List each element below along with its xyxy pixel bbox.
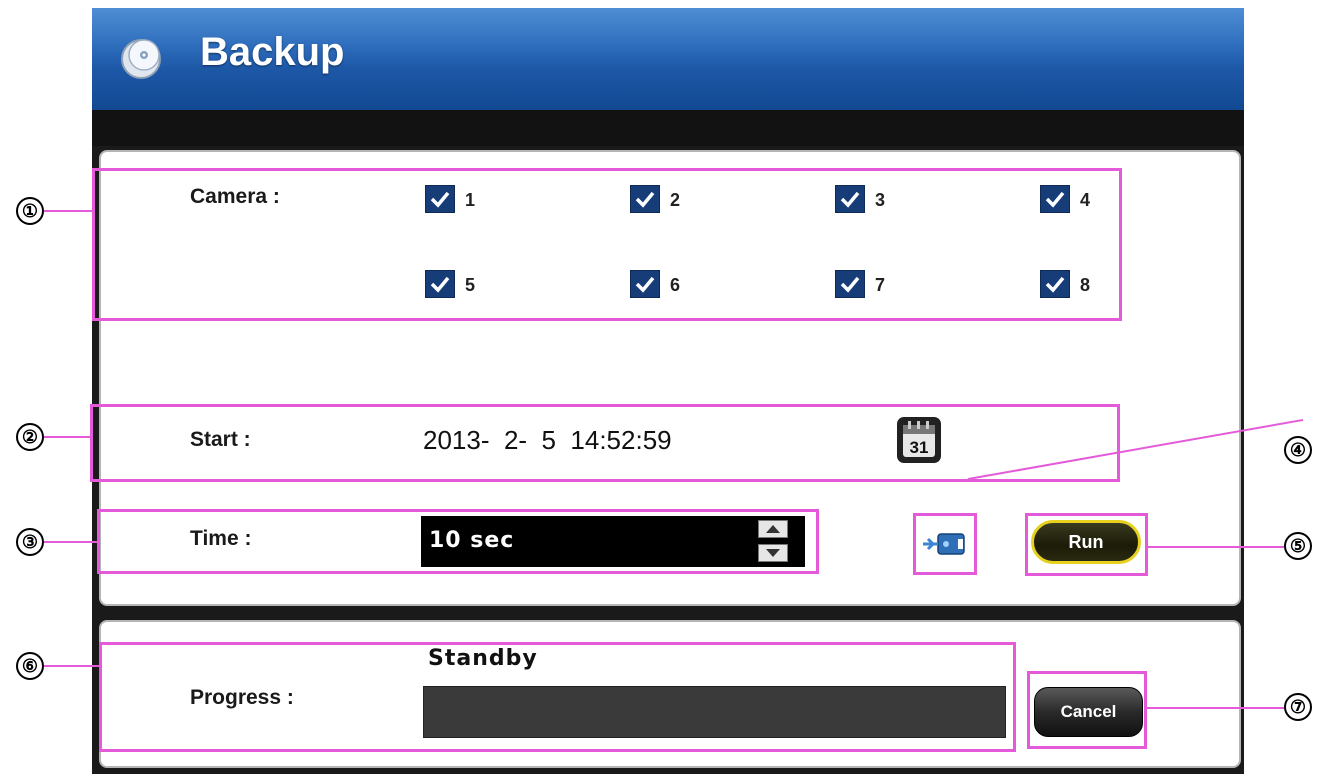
check-icon xyxy=(835,185,865,213)
camera-number: 3 xyxy=(875,190,886,210)
check-icon xyxy=(425,270,455,298)
title-bar: Backup xyxy=(92,8,1244,110)
cancel-button[interactable]: Cancel xyxy=(1034,687,1143,737)
callout-2: ② xyxy=(16,423,44,451)
camera-number: 7 xyxy=(875,275,886,295)
time-increase-button[interactable] xyxy=(758,520,788,538)
check-icon xyxy=(425,185,455,213)
callout-7: ⑦ xyxy=(1284,693,1312,721)
start-datetime[interactable]: 2013- 2- 5 14:52:59 xyxy=(423,425,672,456)
header-strip xyxy=(92,110,1244,146)
calendar-icon[interactable]: 31 xyxy=(896,416,942,464)
usb-device-icon[interactable] xyxy=(920,528,968,560)
time-duration-field[interactable]: 10 sec xyxy=(421,516,805,567)
arrow-down-icon xyxy=(766,549,780,557)
callout-2-line xyxy=(44,436,92,438)
arrow-up-icon xyxy=(766,525,780,533)
callout-5: ⑤ xyxy=(1284,532,1312,560)
callout-6: ⑥ xyxy=(16,652,44,680)
run-button[interactable]: Run xyxy=(1031,520,1141,564)
callout-3-line xyxy=(44,541,99,543)
time-value: 10 sec xyxy=(429,528,515,553)
check-icon xyxy=(630,185,660,213)
callout-5-line xyxy=(1148,546,1284,548)
camera-number: 6 xyxy=(670,275,681,295)
camera-label: Camera : xyxy=(190,185,280,208)
callout-3: ③ xyxy=(16,528,44,556)
callout-1-line xyxy=(44,210,94,212)
callout-6-line xyxy=(44,665,101,667)
calendar-day: 31 xyxy=(910,438,929,457)
camera-number: 2 xyxy=(670,190,681,210)
time-label: Time : xyxy=(190,527,252,550)
callout-1: ① xyxy=(16,197,44,225)
check-icon xyxy=(835,270,865,298)
progress-status: Standby xyxy=(428,646,538,671)
camera-number: 8 xyxy=(1080,275,1091,295)
window-title: Backup xyxy=(200,30,345,74)
camera-number: 4 xyxy=(1080,190,1091,210)
progress-bar xyxy=(423,686,1006,738)
progress-label: Progress : xyxy=(190,686,294,709)
camera-number: 1 xyxy=(465,190,476,210)
callout-7-line xyxy=(1147,707,1284,709)
start-label: Start : xyxy=(190,428,251,451)
camera-number: 5 xyxy=(465,275,476,295)
check-icon xyxy=(1040,270,1070,298)
check-icon xyxy=(630,270,660,298)
callout-4: ④ xyxy=(1284,436,1312,464)
time-decrease-button[interactable] xyxy=(758,544,788,562)
check-icon xyxy=(1040,185,1070,213)
disc-icon xyxy=(121,39,161,79)
